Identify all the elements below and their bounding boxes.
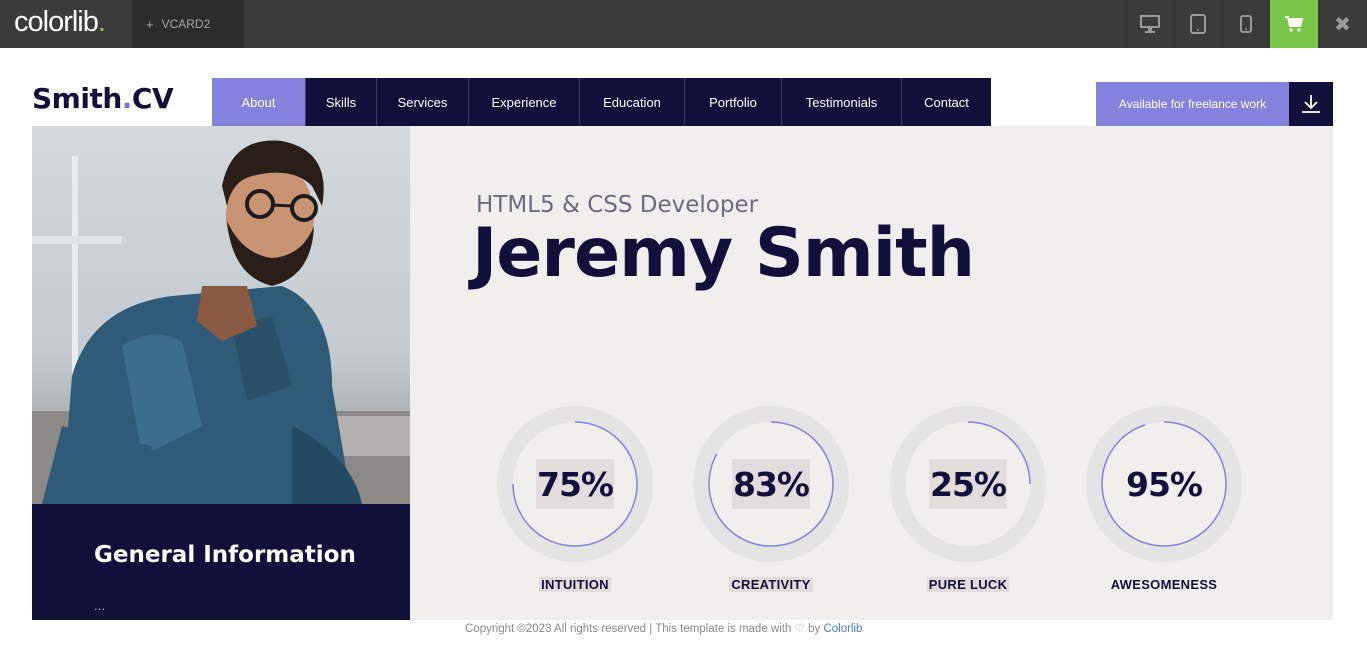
skill-ring: 75% (496, 405, 654, 563)
site-logo[interactable]: Smith.CV (32, 82, 174, 115)
nav-item-education[interactable]: Education (580, 78, 685, 126)
skill-label: PURE LUCK (926, 577, 1010, 592)
skill-percent: 95% (1126, 464, 1203, 504)
buy-cart-button[interactable] (1270, 0, 1318, 48)
logo-suffix: CV (131, 82, 174, 115)
skill-awesomeness: 95% AWESOMENESS (1085, 405, 1243, 593)
skill-intuition: 75% INTUITION (496, 405, 654, 593)
freelance-button[interactable]: Available for freelance work (1096, 82, 1289, 126)
skill-creativity: 83% CREATIVITY (692, 405, 850, 593)
brand-text: colorlib (14, 6, 99, 38)
logo-main: Smith (32, 82, 122, 115)
preview-topbar: colorlib. + VCARD2 ✖ (0, 0, 1367, 48)
brand-dot: . (97, 6, 106, 38)
skill-percent: 83% (732, 459, 810, 509)
nav-item-contact[interactable]: Contact (902, 78, 991, 126)
template-tab-label: VCARD2 (161, 17, 211, 31)
skill-ring: 83% (692, 405, 850, 563)
footer-text: Copyright ©2023 All rights reserved | Th… (465, 623, 792, 635)
desktop-view-button[interactable] (1126, 0, 1173, 48)
profile-photo (32, 126, 410, 504)
nav-item-portfolio[interactable]: Portfolio (685, 78, 782, 126)
hero-section: HTML5 & CSS Developer Jeremy Smith 75% I… (410, 126, 1333, 620)
general-information-title: General Information (94, 542, 356, 568)
skill-percent: 75% (536, 459, 614, 509)
template-tab[interactable]: + VCARD2 (132, 0, 244, 48)
skill-label: CREATIVITY (729, 577, 813, 592)
tablet-view-button[interactable] (1174, 0, 1221, 48)
download-cv-button[interactable] (1289, 82, 1333, 126)
nav-item-services[interactable]: Services (377, 78, 469, 126)
skill-label: AWESOMENESS (1110, 577, 1218, 592)
nav-item-skills[interactable]: Skills (306, 78, 377, 126)
nav-item-about[interactable]: About (212, 78, 306, 126)
skill-ring: 25% (889, 405, 1047, 563)
nav-item-testimonials[interactable]: Testimonials (782, 78, 902, 126)
site-footer: Copyright ©2023 All rights reserved | Th… (0, 620, 1367, 636)
general-information-panel: General Information … (32, 504, 410, 620)
skill-ring: 95% (1085, 405, 1243, 563)
skill-percent: 25% (929, 459, 1007, 509)
plus-icon: + (146, 16, 154, 32)
download-icon (1302, 95, 1320, 113)
general-information-peek: … (94, 600, 105, 613)
heart-icon: ♡ (794, 623, 805, 635)
skill-label: INTUITION (539, 577, 611, 592)
footer-copyright: Copyright ©2023 All rights reserved | Th… (465, 621, 862, 635)
colorlib-logo[interactable]: colorlib. (14, 6, 106, 39)
profile-photo-illustration (32, 126, 410, 504)
person-name: Jeremy Smith (472, 214, 975, 293)
tablet-icon (1190, 14, 1206, 34)
nav-item-experience[interactable]: Experience (469, 78, 580, 126)
footer-by: by (808, 623, 821, 635)
colorlib-link[interactable]: Colorlib (823, 623, 862, 635)
main-nav: About Skills Services Experience Educati… (212, 78, 991, 126)
logo-dot: . (121, 82, 133, 115)
skill-pure-luck: 25% PURE LUCK (889, 405, 1047, 593)
close-preview-button[interactable]: ✖ (1318, 0, 1367, 48)
cart-icon (1285, 16, 1304, 32)
mobile-icon (1240, 15, 1252, 33)
desktop-icon (1140, 15, 1160, 33)
close-icon: ✖ (1334, 12, 1351, 36)
mobile-view-button[interactable] (1222, 0, 1269, 48)
